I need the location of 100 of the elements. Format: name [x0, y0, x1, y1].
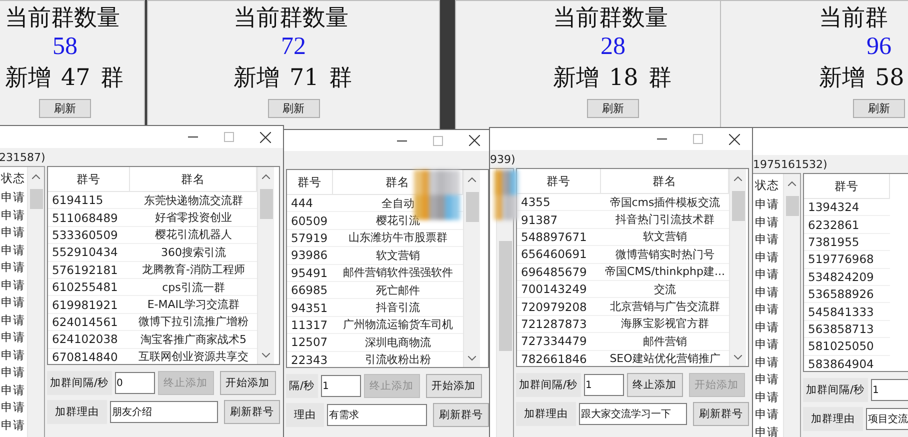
status-text: 申请 [0, 346, 26, 364]
scrollbar-thumb[interactable] [732, 191, 744, 221]
table-cell-text: 全自动 [380, 196, 416, 212]
table-cell-text: 6232861 [807, 216, 860, 233]
column-header: 状态 [754, 176, 780, 194]
table-cell-text: 624014561 [51, 314, 119, 330]
refresh-button[interactable]: 刷新群号 [433, 403, 489, 427]
group-count: 96 [866, 33, 892, 61]
status-text: 申请 [0, 276, 26, 294]
interval-input[interactable]: 1 [870, 379, 908, 401]
table-cell-text: 94351 [290, 300, 329, 316]
close-icon[interactable] [260, 132, 271, 142]
refresh-button[interactable]: 刷新群号 [224, 400, 280, 424]
scrollbar[interactable] [783, 174, 800, 437]
status-text: 申请 [0, 189, 26, 206]
table-cell-text: 樱花引流 [375, 213, 421, 229]
status-text: 申请 [754, 301, 780, 318]
status-text: 申请 [0, 259, 26, 276]
table-cell-text: 交流 [653, 282, 677, 298]
interval-input[interactable]: 0 [114, 372, 155, 394]
scrollbar-thumb[interactable] [30, 189, 42, 209]
table-cell-text: 邮件营销软件强强软件 [342, 265, 454, 281]
status-text: 申请 [754, 266, 780, 284]
scrollbar-thumb[interactable] [498, 241, 512, 351]
reason-input[interactable]: 项目交流 [866, 408, 908, 430]
table-cell-text: 微博下拉引流推广增粉 [138, 314, 250, 330]
table-cell-text: 656460691 [520, 246, 588, 263]
scrollbar[interactable] [729, 169, 746, 366]
start-button[interactable]: 开始添加 [220, 371, 276, 395]
unit-label: 群 [100, 64, 124, 93]
refresh-button[interactable]: 刷新 [39, 99, 91, 118]
table-cell-text: 552910434 [51, 244, 119, 261]
new-label: 新增 [553, 64, 599, 93]
refresh-button[interactable]: 刷新群号 [693, 402, 749, 426]
stop-button[interactable]: 终止添加 [626, 373, 683, 397]
interval-input[interactable]: 1 [584, 374, 624, 396]
column-header: 群号 [287, 170, 333, 194]
scrollbar-thumb[interactable] [786, 196, 798, 216]
table-cell-text: 696485679 [520, 264, 588, 280]
table-cell-text: 11317 [290, 316, 329, 334]
table-cell-text: 帝国cms插件模板交流 [608, 194, 722, 210]
maximize-icon[interactable] [224, 132, 234, 142]
maximize-icon[interactable] [433, 136, 443, 146]
table-cell-text: 534824209 [807, 268, 875, 285]
table-cell-text: 91387 [520, 212, 559, 228]
table-cell-text: 22343 [290, 352, 329, 367]
table-cell-text: 581025050 [807, 338, 875, 355]
table-cell-text: 57919 [290, 230, 329, 246]
close-icon[interactable] [469, 135, 480, 146]
stat-title: 当前群 [819, 4, 888, 33]
table-cell-text: 引流收粉出粉 [364, 352, 432, 367]
table-cell-text: 519776968 [807, 251, 875, 268]
table-cell-text: 互联网创业资源共享交 [138, 349, 250, 364]
close-icon[interactable] [729, 134, 740, 144]
status-text: 申请 [0, 399, 26, 416]
table-cell-text: 721287873 [520, 316, 588, 332]
table-cell-text: 66985 [290, 282, 329, 298]
table-cell-text: 软文营销 [642, 229, 688, 246]
stat-title: 当前群数量 [553, 4, 668, 33]
refresh-button[interactable]: 刷新 [268, 99, 320, 118]
table-cell-text: 海豚宝影视官方群 [620, 316, 710, 332]
status-text: 申请 [754, 354, 780, 371]
refresh-button[interactable]: 刷新 [853, 99, 905, 118]
table-cell-text: 95491 [290, 264, 329, 281]
table-cell-text: 700143249 [520, 281, 588, 298]
scrollbar[interactable] [463, 170, 480, 367]
scrollbar[interactable] [257, 167, 274, 364]
group-count: 72 [281, 33, 306, 61]
group-count: 28 [600, 33, 626, 61]
table-cell-text: 抖音热门引流技术群 [614, 212, 716, 228]
new-count: 18 [609, 64, 638, 93]
start-button[interactable]: 开始添加 [426, 374, 482, 398]
scrollbar-thumb[interactable] [260, 189, 272, 219]
table-cell-text: 444 [290, 195, 314, 212]
table-cell-text: 好省零投资创业 [154, 210, 233, 226]
maximize-icon[interactable] [693, 134, 703, 144]
status-text: 申请 [754, 424, 780, 437]
reason-input[interactable]: 跟大家交流学习一下 [579, 403, 687, 425]
table-cell-text: 北京营销与广告交流群 [609, 299, 721, 315]
status-text: 申请 [754, 248, 780, 266]
field-label: 加群理由 [47, 400, 107, 424]
status-text: 申请 [0, 206, 26, 224]
table-cell-text: 樱花引流机器人 [154, 227, 233, 244]
scrollbar[interactable] [27, 167, 44, 437]
table-cell-text: 4355 [520, 194, 552, 210]
reason-input[interactable]: 有需求 [327, 404, 427, 426]
interval-input[interactable]: 1 [320, 375, 361, 397]
table-cell-text: 583864904 [807, 356, 875, 371]
status-text: 申请 [754, 406, 780, 424]
new-label: 新增 [234, 64, 280, 93]
table-cell-text: 邮件营销 [642, 334, 688, 350]
refresh-button[interactable]: 刷新 [587, 99, 639, 118]
table-cell-text: 720979208 [520, 298, 588, 315]
table-cell-text: 微博营销实时热门号 [614, 246, 716, 263]
table-cell-text: 511068489 [51, 210, 119, 226]
scrollbar-thumb[interactable] [466, 192, 478, 222]
reason-input[interactable]: 朋友介绍 [110, 401, 218, 423]
table-cell-text: 抖音引流 [375, 300, 421, 316]
table-cell-text: 619981921 [51, 296, 119, 313]
status-text: 申请 [0, 416, 26, 434]
